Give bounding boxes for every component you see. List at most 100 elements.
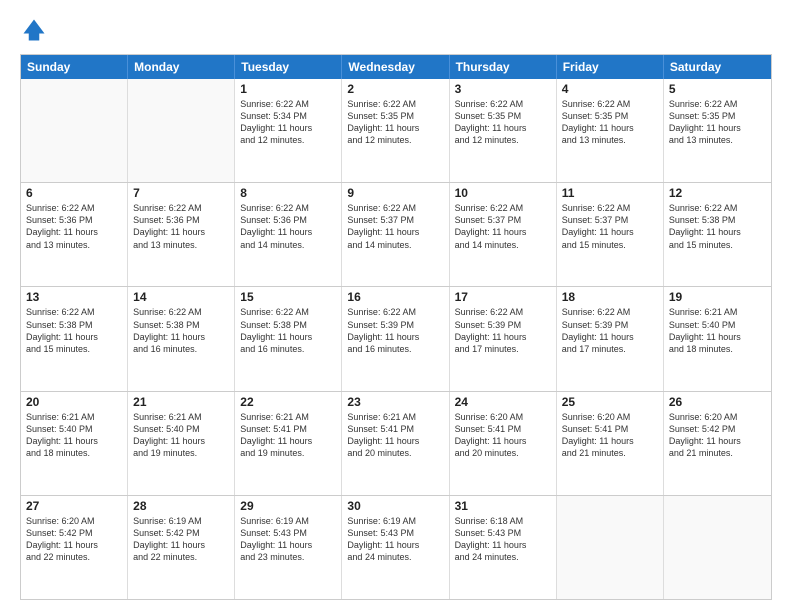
day-number: 25 bbox=[562, 395, 658, 409]
daylight-minutes: and 20 minutes. bbox=[455, 447, 551, 459]
day-number: 2 bbox=[347, 82, 443, 96]
sunrise-text: Sunrise: 6:22 AM bbox=[240, 306, 336, 318]
daylight-minutes: and 18 minutes. bbox=[669, 343, 766, 355]
sunrise-text: Sunrise: 6:21 AM bbox=[133, 411, 229, 423]
sunset-text: Sunset: 5:36 PM bbox=[133, 214, 229, 226]
week-row-2: 6Sunrise: 6:22 AMSunset: 5:36 PMDaylight… bbox=[21, 182, 771, 286]
daylight-hours: Daylight: 11 hours bbox=[240, 435, 336, 447]
calendar: SundayMondayTuesdayWednesdayThursdayFrid… bbox=[20, 54, 772, 600]
sunrise-text: Sunrise: 6:22 AM bbox=[455, 202, 551, 214]
cal-cell: 7Sunrise: 6:22 AMSunset: 5:36 PMDaylight… bbox=[128, 183, 235, 286]
daylight-hours: Daylight: 11 hours bbox=[562, 226, 658, 238]
daylight-hours: Daylight: 11 hours bbox=[455, 435, 551, 447]
sunset-text: Sunset: 5:35 PM bbox=[347, 110, 443, 122]
cal-cell: 31Sunrise: 6:18 AMSunset: 5:43 PMDayligh… bbox=[450, 496, 557, 599]
cal-cell: 17Sunrise: 6:22 AMSunset: 5:39 PMDayligh… bbox=[450, 287, 557, 390]
sunrise-text: Sunrise: 6:22 AM bbox=[562, 306, 658, 318]
sunrise-text: Sunrise: 6:22 AM bbox=[562, 98, 658, 110]
day-header-thursday: Thursday bbox=[450, 55, 557, 79]
cal-cell: 22Sunrise: 6:21 AMSunset: 5:41 PMDayligh… bbox=[235, 392, 342, 495]
day-number: 10 bbox=[455, 186, 551, 200]
cal-cell: 20Sunrise: 6:21 AMSunset: 5:40 PMDayligh… bbox=[21, 392, 128, 495]
week-row-4: 20Sunrise: 6:21 AMSunset: 5:40 PMDayligh… bbox=[21, 391, 771, 495]
sunrise-text: Sunrise: 6:21 AM bbox=[347, 411, 443, 423]
sunrise-text: Sunrise: 6:21 AM bbox=[240, 411, 336, 423]
daylight-minutes: and 22 minutes. bbox=[26, 551, 122, 563]
sunrise-text: Sunrise: 6:19 AM bbox=[133, 515, 229, 527]
daylight-hours: Daylight: 11 hours bbox=[669, 435, 766, 447]
day-number: 6 bbox=[26, 186, 122, 200]
sunrise-text: Sunrise: 6:22 AM bbox=[240, 202, 336, 214]
daylight-minutes: and 23 minutes. bbox=[240, 551, 336, 563]
daylight-minutes: and 15 minutes. bbox=[562, 239, 658, 251]
sunrise-text: Sunrise: 6:19 AM bbox=[240, 515, 336, 527]
day-number: 12 bbox=[669, 186, 766, 200]
cal-cell: 21 Sunrise: 6:21 AMSunset: 5:40 PMDayligh… bbox=[128, 392, 235, 495]
cal-cell: 25Sunrise: 6:20 AMSunset: 5:41 PMDayligh… bbox=[557, 392, 664, 495]
sunset-text: Sunset: 5:42 PM bbox=[26, 527, 122, 539]
daylight-minutes: and 19 minutes. bbox=[240, 447, 336, 459]
daylight-hours: Daylight: 11 hours bbox=[455, 539, 551, 551]
sunrise-text: Sunrise: 6:22 AM bbox=[562, 202, 658, 214]
cal-cell: 4Sunrise: 6:22 AMSunset: 5:35 PMDaylight… bbox=[557, 79, 664, 182]
daylight-hours: Daylight: 11 hours bbox=[240, 331, 336, 343]
page: SundayMondayTuesdayWednesdayThursdayFrid… bbox=[0, 0, 792, 612]
daylight-hours: Daylight: 11 hours bbox=[133, 435, 229, 447]
daylight-hours: Daylight: 11 hours bbox=[240, 539, 336, 551]
sunset-text: Sunset: 5:43 PM bbox=[347, 527, 443, 539]
cal-cell: 3Sunrise: 6:22 AMSunset: 5:35 PMDaylight… bbox=[450, 79, 557, 182]
sunset-text: Sunset: 5:40 PM bbox=[26, 423, 122, 435]
sunrise-text: Sunrise: 6:22 AM bbox=[26, 202, 122, 214]
sunset-text: Sunset: 5:37 PM bbox=[347, 214, 443, 226]
daylight-minutes: and 15 minutes. bbox=[669, 239, 766, 251]
day-header-saturday: Saturday bbox=[664, 55, 771, 79]
cal-cell: 19Sunrise: 6:21 AMSunset: 5:40 PMDayligh… bbox=[664, 287, 771, 390]
day-number: 9 bbox=[347, 186, 443, 200]
logo bbox=[20, 16, 52, 44]
daylight-minutes: and 13 minutes. bbox=[26, 239, 122, 251]
cal-cell: 27Sunrise: 6:20 AMSunset: 5:42 PMDayligh… bbox=[21, 496, 128, 599]
daylight-hours: Daylight: 11 hours bbox=[26, 435, 122, 447]
sunrise-text: Sunrise: 6:22 AM bbox=[669, 202, 766, 214]
cal-cell: 6Sunrise: 6:22 AMSunset: 5:36 PMDaylight… bbox=[21, 183, 128, 286]
cal-cell: 23Sunrise: 6:21 AMSunset: 5:41 PMDayligh… bbox=[342, 392, 449, 495]
day-number: 4 bbox=[562, 82, 658, 96]
sunset-text: Sunset: 5:41 PM bbox=[347, 423, 443, 435]
sunset-text: Sunset: 5:40 PM bbox=[133, 423, 229, 435]
daylight-minutes: and 14 minutes. bbox=[347, 239, 443, 251]
daylight-hours: Daylight: 11 hours bbox=[347, 122, 443, 134]
daylight-minutes: and 18 minutes. bbox=[26, 447, 122, 459]
day-number: 21 bbox=[133, 395, 229, 409]
day-number: 22 bbox=[240, 395, 336, 409]
day-header-friday: Friday bbox=[557, 55, 664, 79]
day-header-wednesday: Wednesday bbox=[342, 55, 449, 79]
day-number: 19 bbox=[669, 290, 766, 304]
day-header-tuesday: Tuesday bbox=[235, 55, 342, 79]
daylight-hours: Daylight: 11 hours bbox=[240, 226, 336, 238]
day-number: 27 bbox=[26, 499, 122, 513]
sunset-text: Sunset: 5:35 PM bbox=[562, 110, 658, 122]
sunrise-text: Sunrise: 6:20 AM bbox=[562, 411, 658, 423]
sunset-text: Sunset: 5:42 PM bbox=[133, 527, 229, 539]
daylight-minutes: and 21 minutes. bbox=[669, 447, 766, 459]
week-row-3: 13Sunrise: 6:22 AMSunset: 5:38 PMDayligh… bbox=[21, 286, 771, 390]
sunset-text: Sunset: 5:39 PM bbox=[347, 319, 443, 331]
week-row-5: 27Sunrise: 6:20 AMSunset: 5:42 PMDayligh… bbox=[21, 495, 771, 599]
daylight-minutes: and 13 minutes. bbox=[133, 239, 229, 251]
cal-cell: 12Sunrise: 6:22 AMSunset: 5:38 PMDayligh… bbox=[664, 183, 771, 286]
sunrise-text: Sunrise: 6:20 AM bbox=[669, 411, 766, 423]
day-number: 30 bbox=[347, 499, 443, 513]
daylight-minutes: and 14 minutes. bbox=[455, 239, 551, 251]
daylight-hours: Daylight: 11 hours bbox=[562, 435, 658, 447]
daylight-hours: Daylight: 11 hours bbox=[26, 226, 122, 238]
cal-cell: 11Sunrise: 6:22 AMSunset: 5:37 PMDayligh… bbox=[557, 183, 664, 286]
daylight-hours: Daylight: 11 hours bbox=[133, 226, 229, 238]
sunset-text: Sunset: 5:38 PM bbox=[133, 319, 229, 331]
sunrise-text: Sunrise: 6:18 AM bbox=[455, 515, 551, 527]
day-number: 3 bbox=[455, 82, 551, 96]
day-number: 13 bbox=[26, 290, 122, 304]
day-number: 24 bbox=[455, 395, 551, 409]
day-number: 1 bbox=[240, 82, 336, 96]
daylight-hours: Daylight: 11 hours bbox=[455, 122, 551, 134]
sunset-text: Sunset: 5:38 PM bbox=[240, 319, 336, 331]
